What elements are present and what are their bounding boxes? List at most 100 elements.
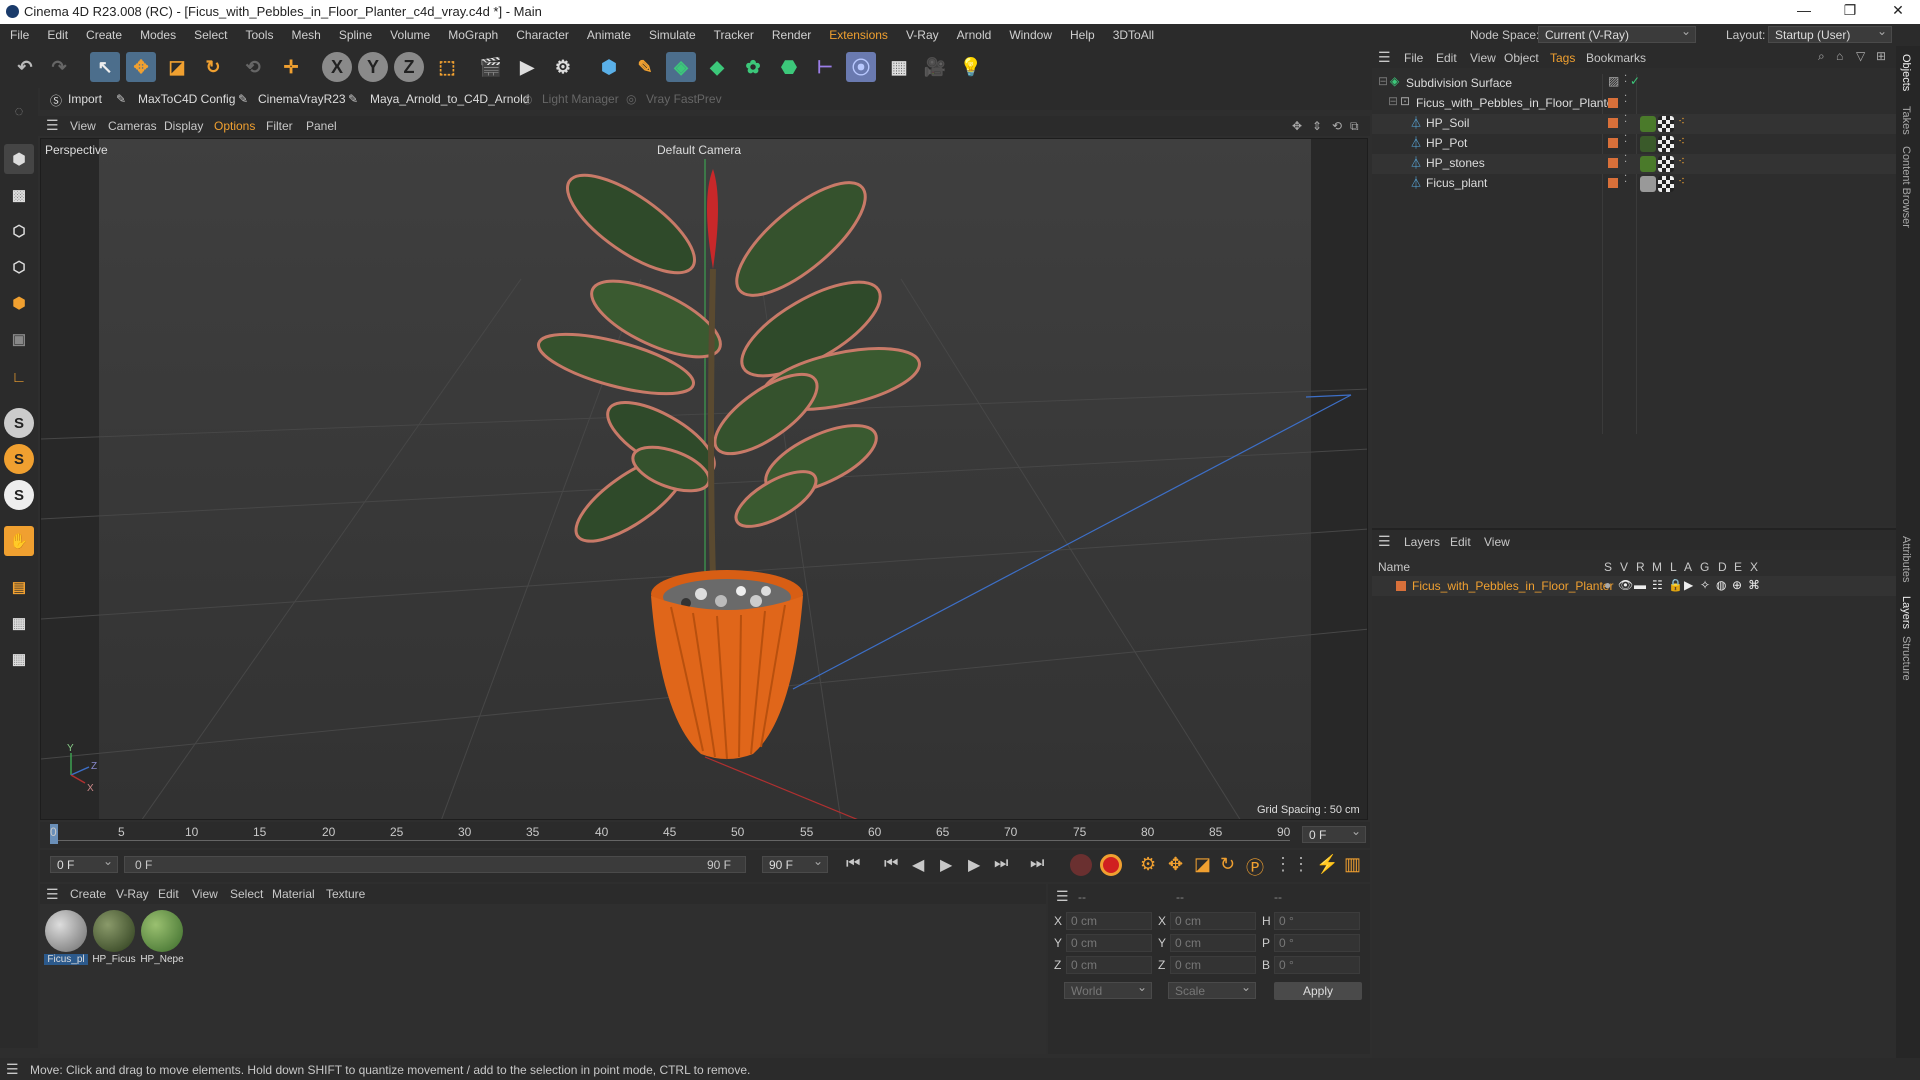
start-frame-field[interactable]: 0 F xyxy=(50,854,118,873)
visibility-dots-icon[interactable]: ⁚ xyxy=(1624,74,1627,85)
menu-mesh[interactable]: Mesh xyxy=(291,28,320,42)
viewport-menu-panel[interactable]: Panel xyxy=(306,119,337,133)
phong-tag-icon[interactable]: ⁖ xyxy=(1678,154,1685,168)
menu-vray[interactable]: V-Ray xyxy=(906,28,939,42)
move-tool-icon[interactable]: ✥ xyxy=(126,52,156,82)
object-home-icon[interactable]: ⌂ xyxy=(1836,49,1843,63)
object-row[interactable]: ⊟ ⊡ Ficus_with_Pebbles_in_Floor_Planter … xyxy=(1372,94,1896,114)
menu-3dtoall[interactable]: 3DToAll xyxy=(1113,28,1154,42)
material-menu-select[interactable]: Select xyxy=(230,887,263,901)
pen-spline-icon[interactable]: ✎ xyxy=(630,52,660,82)
menu-spline[interactable]: Spline xyxy=(339,28,372,42)
node-space-dropdown[interactable]: Current (V-Ray) xyxy=(1538,24,1696,43)
snap-icon[interactable]: S xyxy=(4,408,34,438)
menu-modes[interactable]: Modes xyxy=(140,28,176,42)
previous-key-icon[interactable]: ⏮ xyxy=(884,855,898,873)
material-menu-icon[interactable]: ☰ xyxy=(46,886,59,903)
menu-render[interactable]: Render xyxy=(772,28,811,42)
visibility-dots-icon[interactable]: ⁚ xyxy=(1624,134,1627,145)
next-key-icon[interactable]: ⏭ xyxy=(994,855,1008,873)
layer-row[interactable]: Ficus_with_Pebbles_in_Floor_Planter ● 👁 … xyxy=(1372,576,1896,596)
layer-col-m[interactable]: M xyxy=(1652,560,1662,574)
uvw-tag-icon[interactable] xyxy=(1658,116,1674,132)
cloner-icon[interactable]: ✿ xyxy=(738,52,768,82)
menu-character[interactable]: Character xyxy=(516,28,569,42)
viewport-maximize-icon[interactable]: ⧉ xyxy=(1350,119,1359,134)
timeline-window-icon[interactable]: ▥ xyxy=(1344,854,1361,875)
undo-icon[interactable]: ↶ xyxy=(10,52,40,82)
previous-frame-icon[interactable]: ◀ xyxy=(912,855,924,875)
go-to-start-icon[interactable]: ⏮ xyxy=(846,855,860,873)
material-menu-vray[interactable]: V-Ray xyxy=(116,887,149,901)
workplane-snap-icon[interactable]: S xyxy=(4,480,34,510)
select-tool-icon[interactable]: ↖ xyxy=(90,52,120,82)
layer-col-a[interactable]: A xyxy=(1684,560,1692,574)
side-tab-takes[interactable]: Takes xyxy=(1900,106,1912,135)
viewport-move-icon[interactable]: ✥ xyxy=(1292,119,1302,133)
uv-mode-icon[interactable]: ▣ xyxy=(4,324,34,354)
light-icon[interactable]: 💡 xyxy=(956,52,986,82)
layer-col-r[interactable]: R xyxy=(1636,560,1645,574)
viewport-menu-cameras[interactable]: Cameras xyxy=(108,119,157,133)
minimize-button[interactable]: — xyxy=(1794,2,1814,22)
key-pla-icon[interactable]: ⋮⋮ xyxy=(1274,854,1310,875)
object-row[interactable]: ⏃ Ficus_plant ⁚ ⁖ xyxy=(1372,174,1896,194)
texture-mode-icon[interactable]: ▩ xyxy=(4,180,34,210)
layer-color-icon[interactable] xyxy=(1396,581,1406,591)
uvw-tag-icon[interactable] xyxy=(1658,176,1674,192)
layer-manager-icon[interactable]: ☷ xyxy=(1652,578,1663,592)
cube-primitive-icon[interactable]: ⬢ xyxy=(594,52,624,82)
object-menu-tags[interactable]: Tags xyxy=(1550,51,1575,65)
side-tab-structure[interactable]: Structure xyxy=(1900,636,1912,681)
field-icon[interactable]: ⦿ xyxy=(846,52,876,82)
layer-col-d[interactable]: D xyxy=(1718,560,1727,574)
key-scale-icon[interactable]: ◪ xyxy=(1194,854,1211,875)
layer-col-x[interactable]: X xyxy=(1750,560,1758,574)
axis-mode-icon[interactable]: ∟ xyxy=(4,362,34,392)
visibility-dots-icon[interactable]: ⁚ xyxy=(1624,114,1627,125)
coord-pos-y-field[interactable]: 0 cm xyxy=(1066,934,1152,952)
menu-simulate[interactable]: Simulate xyxy=(649,28,696,42)
layer-color-icon[interactable] xyxy=(1608,138,1618,148)
subdivision-icon[interactable]: ◈ xyxy=(666,52,696,82)
render-region-icon[interactable]: 🎬 xyxy=(476,52,506,82)
side-tab-layers[interactable]: Layers xyxy=(1900,596,1912,629)
keyframe-selection-icon[interactable]: ⚙ xyxy=(1140,854,1156,875)
object-menu-object[interactable]: Object xyxy=(1504,51,1539,65)
material-menu-create[interactable]: Create xyxy=(70,887,106,901)
z-axis-lock-icon[interactable]: Z xyxy=(394,52,424,82)
side-tab-content-browser[interactable]: Content Browser xyxy=(1900,146,1912,228)
material-swatch[interactable]: Ficus_pl xyxy=(44,910,88,968)
menu-window[interactable]: Window xyxy=(1009,28,1052,42)
viewport-menu-options[interactable]: Options xyxy=(214,119,255,133)
menu-edit[interactable]: Edit xyxy=(47,28,68,42)
layer-visible-icon[interactable]: 👁 xyxy=(1618,578,1633,592)
y-axis-lock-icon[interactable]: Y xyxy=(358,52,388,82)
layer-col-s[interactable]: S xyxy=(1604,560,1612,574)
3d-viewport[interactable]: Y Z X Perspective Default Camera Grid Sp… xyxy=(40,138,1368,820)
object-menu-bookmarks[interactable]: Bookmarks xyxy=(1586,51,1646,65)
object-menu-edit[interactable]: Edit xyxy=(1436,51,1457,65)
key-parameter-icon[interactable]: Ⓟ xyxy=(1246,854,1264,880)
coord-rot-p-field[interactable]: 0 ° xyxy=(1274,934,1360,952)
layer-col-v[interactable]: V xyxy=(1620,560,1628,574)
viewport-camera-label[interactable]: Default Camera xyxy=(657,143,741,157)
viewport-menu-view[interactable]: View xyxy=(70,119,96,133)
coord-pos-z-field[interactable]: 0 cm xyxy=(1066,956,1152,974)
material-swatch[interactable]: HP_Ficus xyxy=(92,910,136,968)
layer-generators-icon[interactable]: ✧ xyxy=(1700,578,1710,592)
object-search-icon[interactable]: ⌕ xyxy=(1818,49,1825,64)
play-icon[interactable]: ▶ xyxy=(940,855,952,875)
plugin-maya-arnold[interactable]: Maya_Arnold_to_C4D_Arnold xyxy=(370,92,529,106)
coord-system-dropdown[interactable]: World xyxy=(1064,980,1152,999)
tree-collapse-icon[interactable]: ⊟ xyxy=(1388,94,1398,108)
coord-size-z-field[interactable]: 0 cm xyxy=(1170,956,1256,974)
layer-menu-edit[interactable]: Edit xyxy=(1450,535,1471,549)
mograph-icon[interactable]: ⬣ xyxy=(774,52,804,82)
material-swatch[interactable]: HP_Nepe xyxy=(140,910,184,968)
last-tool-icon[interactable]: ⟲ xyxy=(238,52,268,82)
object-menu-file[interactable]: File xyxy=(1404,51,1423,65)
material-menu-view[interactable]: View xyxy=(192,887,218,901)
layer-color-icon[interactable] xyxy=(1608,178,1618,188)
key-rotation-icon[interactable]: ↻ xyxy=(1220,854,1235,875)
